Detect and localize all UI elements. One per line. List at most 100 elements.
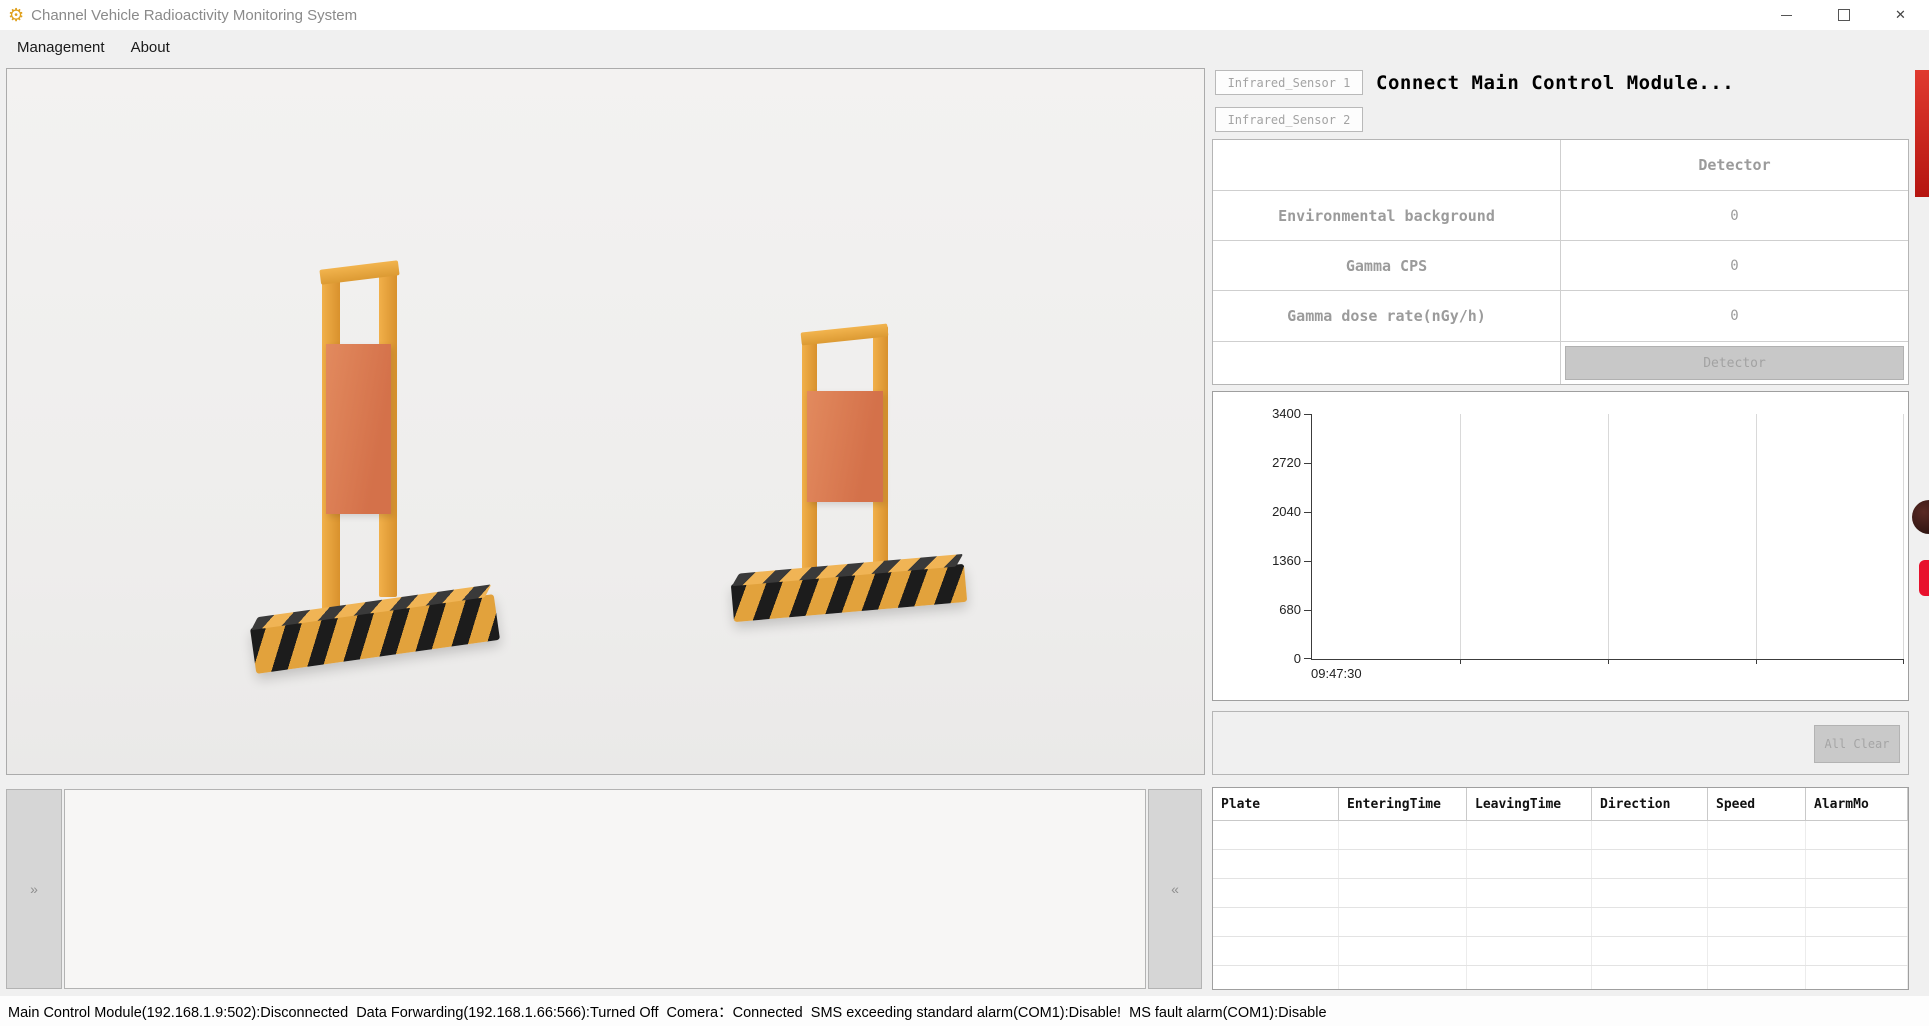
- vehicle-cell: [1467, 879, 1592, 907]
- vehicle-cell: [1213, 908, 1339, 936]
- vehicle-cell: [1806, 966, 1908, 990]
- vehicle-cell: [1708, 966, 1806, 990]
- chart-y-tick: [1304, 658, 1312, 659]
- maximize-button[interactable]: [1815, 0, 1872, 30]
- chart-x-tick: [1460, 659, 1461, 664]
- chart-gridline: [1460, 414, 1461, 659]
- vehicle-table-row: [1213, 908, 1908, 937]
- minimize-icon: [1781, 15, 1792, 16]
- chart-plot-area: [1311, 414, 1904, 660]
- reading-row-label: Environmental background: [1213, 191, 1560, 240]
- vehicle-cell: [1806, 850, 1908, 878]
- vehicle-cell: [1213, 821, 1339, 849]
- vehicle-cell: [1806, 937, 1908, 965]
- vehicle-table-row: [1213, 850, 1908, 879]
- chevron-right-icon: »: [30, 881, 38, 897]
- chart-y-tick: [1304, 512, 1312, 513]
- window-controls: ✕: [1758, 0, 1929, 30]
- vehicle-cell: [1467, 850, 1592, 878]
- vehicle-cell: [1339, 937, 1467, 965]
- detector-readings-table: Detector Environmental background 0 Gamm…: [1212, 139, 1909, 385]
- chart-y-tick-label: 680: [1239, 602, 1301, 617]
- app-window: ⚙ Channel Vehicle Radioactivity Monitori…: [0, 0, 1929, 1026]
- vehicle-cell: [1339, 821, 1467, 849]
- media-strip-panel: » «: [6, 789, 1202, 989]
- vehicle-cell: [1213, 937, 1339, 965]
- vehicle-table-header: Plate EnteringTime LeavingTime Direction…: [1213, 788, 1908, 821]
- vehicle-cell: [1213, 850, 1339, 878]
- chart-x-tick: [1903, 659, 1904, 664]
- vehicle-cell: [1708, 821, 1806, 849]
- title-bar: ⚙ Channel Vehicle Radioactivity Monitori…: [0, 0, 1929, 30]
- vehicle-cell: [1467, 937, 1592, 965]
- status-bar-text: Main Control Module(192.168.1.9:502):Dis…: [8, 1001, 1327, 1022]
- vehicle-cell: [1467, 821, 1592, 849]
- vehicle-col-header-alarm-mode[interactable]: AlarmMo: [1806, 788, 1908, 820]
- vehicle-cell: [1467, 908, 1592, 936]
- chart-x-tick: [1756, 659, 1757, 664]
- close-icon: ✕: [1895, 7, 1906, 23]
- minimize-button[interactable]: [1758, 0, 1815, 30]
- vehicle-cell: [1708, 937, 1806, 965]
- chart-y-tick-label: 2720: [1239, 455, 1301, 470]
- strip-scroll-left-button[interactable]: »: [6, 789, 62, 989]
- chart-y-tick: [1304, 414, 1312, 415]
- vehicle-table-row: [1213, 821, 1908, 850]
- vehicle-col-header-direction[interactable]: Direction: [1592, 788, 1708, 820]
- maximize-icon: [1838, 9, 1850, 21]
- vehicle-cell: [1592, 966, 1708, 990]
- vehicle-cell: [1806, 908, 1908, 936]
- chart-y-tick-label: 2040: [1239, 504, 1301, 519]
- chart-x-tick: [1608, 659, 1609, 664]
- chart-y-tick: [1304, 463, 1312, 464]
- app-gear-icon: ⚙: [8, 6, 24, 24]
- vehicle-col-header-leaving-time[interactable]: LeavingTime: [1467, 788, 1592, 820]
- vehicle-cell: [1592, 937, 1708, 965]
- vehicle-cell: [1708, 879, 1806, 907]
- chart-gridline: [1608, 414, 1609, 659]
- reading-row-label: Gamma CPS: [1213, 241, 1560, 290]
- all-clear-panel: All Clear: [1212, 711, 1909, 775]
- vehicle-cell: [1708, 908, 1806, 936]
- window-title: Channel Vehicle Radioactivity Monitoring…: [31, 7, 357, 24]
- reading-row-label: Gamma dose rate(nGy/h): [1213, 291, 1560, 341]
- vehicle-col-header-plate[interactable]: Plate: [1213, 788, 1339, 820]
- camera-view-panel: [6, 68, 1205, 775]
- close-button[interactable]: ✕: [1872, 0, 1929, 30]
- menu-bar: Management About: [0, 30, 1929, 64]
- media-strip-content: [64, 789, 1146, 989]
- vehicle-cell: [1806, 879, 1908, 907]
- vehicle-cell: [1339, 966, 1467, 990]
- vehicle-cell: [1339, 850, 1467, 878]
- infrared-sensor-1-button[interactable]: Infrared_Sensor 1: [1215, 70, 1363, 95]
- vehicle-table: Plate EnteringTime LeavingTime Direction…: [1212, 787, 1909, 990]
- all-clear-button[interactable]: All Clear: [1814, 725, 1900, 763]
- portal-detector-left: [247, 259, 537, 729]
- detector-hazard-base: [731, 564, 967, 622]
- vehicle-cell: [1592, 879, 1708, 907]
- chart-y-tick: [1304, 561, 1312, 562]
- vehicle-cell: [1806, 821, 1908, 849]
- chart-x-tick-label: 09:47:30: [1311, 666, 1362, 681]
- chart-y-tick-label: 1360: [1239, 553, 1301, 568]
- vehicle-col-header-entering-time[interactable]: EnteringTime: [1339, 788, 1467, 820]
- vehicle-cell: [1592, 821, 1708, 849]
- detector-button[interactable]: Detector: [1565, 346, 1904, 380]
- main-control-status-message: Connect Main Control Module...: [1376, 72, 1734, 94]
- detector-hazard-base: [250, 594, 500, 674]
- infrared-sensor-2-button[interactable]: Infrared_Sensor 2: [1215, 107, 1363, 132]
- vehicle-cell: [1213, 879, 1339, 907]
- strip-scroll-right-button[interactable]: «: [1148, 789, 1202, 989]
- external-dark-circle: [1912, 500, 1929, 534]
- readings-corner-cell: [1213, 140, 1560, 190]
- status-bar: Main Control Module(192.168.1.9:502):Dis…: [0, 996, 1929, 1026]
- detector-button-cell: Detector: [1561, 342, 1908, 384]
- readings-footer-cell: [1213, 342, 1560, 384]
- vehicle-cell: [1708, 850, 1806, 878]
- detector-sensor-panel: [807, 391, 883, 502]
- vehicle-col-header-speed[interactable]: Speed: [1708, 788, 1806, 820]
- chart-gridline: [1756, 414, 1757, 659]
- menu-item-about[interactable]: About: [118, 30, 183, 64]
- vehicle-cell: [1339, 879, 1467, 907]
- menu-item-management[interactable]: Management: [4, 30, 118, 64]
